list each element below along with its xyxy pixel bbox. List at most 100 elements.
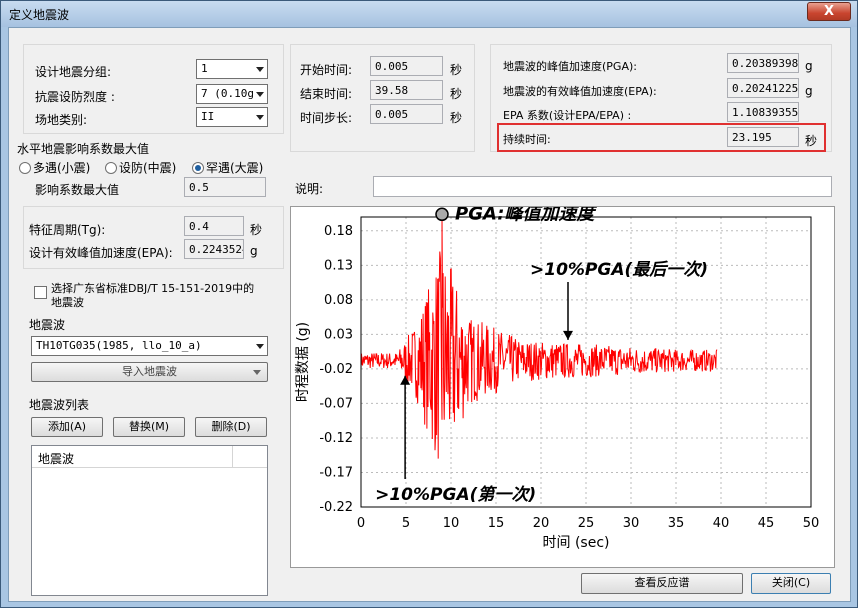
- time-history-chart: 0 5 10 15 20 25 30 35 40 45 50 0.18 0.13 0.08 0.03 -0.0…: [290, 203, 835, 568]
- site-class-label: 场地类别:: [35, 113, 88, 127]
- radio-rare-label: 罕遇(大震): [206, 161, 264, 175]
- x-tick-label: 5: [402, 516, 410, 531]
- x-tick-label: 15: [488, 516, 505, 531]
- delete-wave-button[interactable]: 删除(D): [195, 417, 267, 437]
- tg-field[interactable]: 0.4: [184, 216, 244, 236]
- x-tick-label: 40: [713, 516, 730, 531]
- tg-unit: 秒: [250, 223, 263, 237]
- wave-list-title: 地震波列表: [29, 398, 90, 412]
- end-time-unit: 秒: [450, 87, 463, 101]
- design-epa-field[interactable]: 0.2243524: [184, 239, 244, 259]
- coef-max-label: 影响系数最大值: [35, 183, 120, 197]
- radio-design[interactable]: 设防(中震): [105, 159, 176, 176]
- y-tick-label: 0.13: [324, 258, 353, 273]
- start-time-label: 开始时间:: [300, 63, 353, 77]
- x-tick-label: 0: [357, 516, 365, 531]
- start-time-field[interactable]: 0.005: [370, 56, 443, 76]
- intensity-select[interactable]: 7 (0.10g: [196, 84, 268, 104]
- column-divider: [232, 446, 233, 468]
- wave-group-title: 地震波: [29, 318, 66, 332]
- description-field[interactable]: [373, 176, 832, 197]
- first-exceed-arrow-head: [400, 375, 411, 385]
- time-step-unit: 秒: [450, 111, 463, 125]
- chevron-down-icon: [256, 115, 264, 120]
- site-class-value: II: [201, 110, 215, 123]
- window-close-button[interactable]: X: [807, 2, 851, 21]
- epa-ratio-field[interactable]: 1.108393553: [727, 102, 799, 122]
- chart-series: [360, 214, 718, 459]
- x-tick-label: 35: [668, 516, 685, 531]
- y-tick-label: -0.12: [319, 431, 353, 446]
- chevron-down-icon: [253, 370, 261, 375]
- gd-standard-checkbox[interactable]: [34, 286, 47, 299]
- time-step-field[interactable]: 0.005: [370, 104, 443, 124]
- wave-select[interactable]: TH10TG035(1985, llo_10_a): [31, 336, 268, 356]
- radio-minor-label: 多遇(小震): [33, 161, 91, 175]
- import-wave-label: 导入地震波: [122, 365, 177, 378]
- duration-label: 持续时间:: [503, 133, 551, 146]
- design-epa-label: 设计有效峰值加速度(EPA):: [29, 246, 173, 260]
- close-button[interactable]: 关闭(C): [751, 573, 831, 594]
- design-epa-unit: g: [250, 244, 258, 258]
- radio-icon: [105, 162, 117, 174]
- seismic-group-value: 1: [201, 62, 208, 75]
- x-tick-label: 30: [623, 516, 640, 531]
- dialog-client-area: 设计地震分组: 1 抗震设防烈度 : 7 (0.10g 场地类别: II 水平地…: [8, 27, 851, 602]
- chevron-down-icon: [256, 92, 264, 97]
- epa-ratio-label: EPA 系数(设计EPA/EPA) :: [503, 109, 632, 122]
- horizontal-coef-title: 水平地震影响系数最大值: [17, 142, 150, 156]
- y-tick-label: -0.17: [319, 465, 353, 480]
- acceleration-series-line: [360, 214, 718, 459]
- title-bar[interactable]: 定义地震波 X: [1, 1, 857, 27]
- x-tick-label: 20: [533, 516, 550, 531]
- duration-unit: 秒: [805, 134, 818, 148]
- radio-minor[interactable]: 多遇(小震): [19, 159, 90, 176]
- add-wave-button[interactable]: 添加(A): [31, 417, 103, 437]
- dialog-window: 定义地震波 X 设计地震分组: 1 抗震设防烈度 : 7 (0.10g 场地类别…: [0, 0, 858, 608]
- radio-icon: [19, 162, 31, 174]
- window-title: 定义地震波: [9, 8, 70, 22]
- chart-svg: 0 5 10 15 20 25 30 35 40 45 50 0.18 0.13 0.08 0.03 -0.0…: [295, 203, 819, 551]
- chevron-down-icon: [256, 344, 264, 349]
- view-spectrum-button[interactable]: 查看反应谱: [581, 573, 743, 594]
- first-exceed-annotation: >10%PGA(第一次): [375, 485, 536, 505]
- y-axis-label: 时程数据 (g): [295, 322, 311, 402]
- y-tick-label: -0.22: [319, 500, 353, 515]
- wave-select-value: TH10TG035(1985, llo_10_a): [36, 339, 202, 352]
- intensity-label: 抗震设防烈度 :: [35, 90, 115, 104]
- radio-selected-icon: [192, 162, 204, 174]
- pga-marker: [435, 207, 449, 222]
- site-class-select[interactable]: II: [196, 107, 268, 127]
- wave-list-header: 地震波: [32, 446, 267, 468]
- chevron-down-icon: [256, 67, 264, 72]
- wave-list[interactable]: 地震波: [31, 445, 268, 596]
- y-tick-label: -0.02: [319, 362, 353, 377]
- pga-annotation: PGA:峰值加速度: [455, 207, 597, 224]
- seismic-params-panel: 设计地震分组: 1 抗震设防烈度 : 7 (0.10g 场地类别: II: [23, 44, 284, 134]
- tg-label: 特征周期(Tg):: [29, 223, 106, 237]
- end-time-field[interactable]: 39.58: [370, 80, 443, 100]
- radio-rare[interactable]: 罕遇(大震): [192, 159, 263, 176]
- epa-field[interactable]: 0.2024122548: [727, 78, 799, 98]
- x-tick-label: 45: [758, 516, 775, 531]
- y-tick-label: -0.07: [319, 396, 353, 411]
- x-tick-label: 25: [578, 516, 595, 531]
- replace-wave-button[interactable]: 替换(M): [113, 417, 185, 437]
- description-label: 说明:: [295, 182, 324, 196]
- epa-unit: g: [805, 84, 813, 98]
- gd-checkbox-label-line2: 地震波: [51, 296, 84, 309]
- x-tick-label: 10: [443, 516, 460, 531]
- x-axis-label: 时间 (sec): [543, 535, 610, 551]
- pga-label: 地震波的峰值加速度(PGA):: [503, 60, 637, 73]
- coef-max-field[interactable]: 0.5: [184, 177, 266, 197]
- duration-field[interactable]: 23.195: [727, 127, 799, 147]
- pga-field[interactable]: 0.20389398€: [727, 53, 799, 73]
- import-wave-button[interactable]: 导入地震波: [31, 362, 268, 382]
- pga-unit: g: [805, 59, 813, 73]
- end-time-label: 结束时间:: [300, 87, 353, 101]
- start-time-unit: 秒: [450, 63, 463, 77]
- last-exceed-arrow-head: [563, 330, 573, 340]
- intensity-value: 7 (0.10g: [201, 87, 254, 100]
- radio-design-label: 设防(中震): [119, 161, 177, 175]
- seismic-group-select[interactable]: 1: [196, 59, 268, 79]
